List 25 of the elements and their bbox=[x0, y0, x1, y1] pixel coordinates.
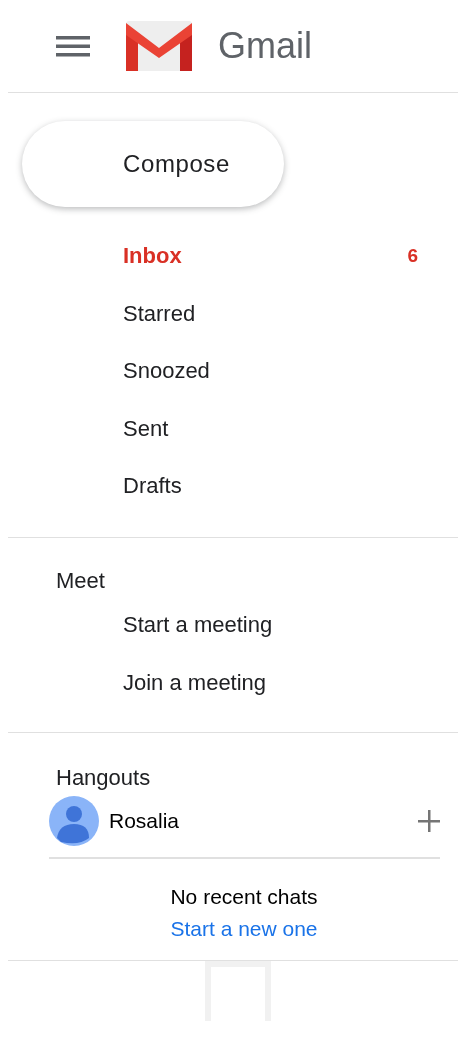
unread-count: 6 bbox=[407, 243, 418, 268]
add-icon[interactable] bbox=[418, 809, 440, 832]
compose-button[interactable]: Compose bbox=[22, 121, 284, 207]
avatar-icon bbox=[49, 795, 99, 846]
folder-label: Drafts bbox=[123, 472, 182, 501]
meet-item[interactable]: Join a meeting bbox=[0, 653, 466, 712]
folder-item[interactable]: Inbox 6 bbox=[0, 227, 466, 285]
menu-icon[interactable] bbox=[56, 34, 90, 58]
contact-name[interactable]: Rosalia bbox=[109, 804, 180, 837]
envelope-logo-icon[interactable] bbox=[126, 21, 192, 71]
start-chat-link[interactable]: Start a new one bbox=[170, 912, 318, 944]
folder-label: Inbox bbox=[123, 242, 182, 271]
meet-item[interactable]: Start a meeting bbox=[0, 595, 466, 654]
folder-label: Sent bbox=[123, 414, 169, 443]
empty-frame bbox=[205, 961, 271, 1021]
folder-item[interactable]: Sent bbox=[0, 399, 466, 457]
folder-label: Snoozed bbox=[123, 357, 210, 386]
folder-item[interactable]: Starred bbox=[0, 284, 466, 342]
empty-message: No recent chats bbox=[170, 883, 318, 910]
folder-item[interactable]: Snoozed bbox=[0, 342, 466, 400]
folder-item[interactable]: Drafts bbox=[0, 457, 466, 515]
folder-label: Starred bbox=[123, 299, 196, 328]
section-title: Hangouts bbox=[56, 763, 152, 792]
app-name: Gmail bbox=[218, 24, 312, 68]
section-title: Meet bbox=[56, 566, 106, 595]
